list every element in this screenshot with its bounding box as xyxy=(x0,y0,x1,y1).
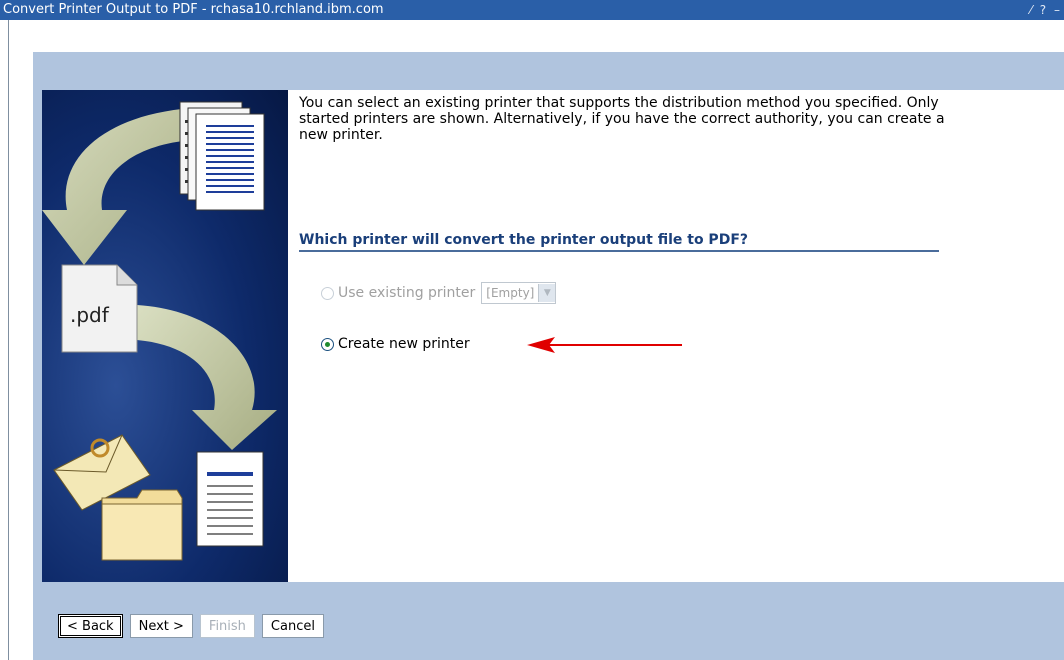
pdf-document-icon: .pdf xyxy=(61,264,138,353)
use-existing-printer-label: Use existing printer xyxy=(338,285,476,301)
document-stack-icon xyxy=(179,101,265,211)
use-existing-printer-radio[interactable] xyxy=(321,286,334,300)
finish-button[interactable]: Finish xyxy=(199,614,255,638)
wizard-illustration-graphic: .pdf xyxy=(42,101,277,561)
wizard-illustration: .pdf xyxy=(42,90,288,582)
next-button[interactable]: Next > xyxy=(129,614,193,638)
wizard-content: You can select an existing printer that … xyxy=(288,90,1064,582)
back-button[interactable]: < Back xyxy=(58,614,123,638)
create-new-printer-label: Create new printer xyxy=(338,336,470,352)
wizard-button-bar: < Back Next > Finish Cancel xyxy=(58,614,324,638)
frame-border xyxy=(8,20,9,660)
existing-printer-select[interactable]: [Empty] ▼ xyxy=(481,282,557,304)
create-new-printer-radio[interactable] xyxy=(321,337,334,351)
pdf-label: .pdf xyxy=(70,303,110,327)
title-bar: Convert Printer Output to PDF - rchasa10… xyxy=(0,0,1064,20)
window-title: Convert Printer Output to PDF - rchasa10… xyxy=(3,2,384,17)
cancel-button[interactable]: Cancel xyxy=(261,614,324,638)
intro-text: You can select an existing printer that … xyxy=(299,95,945,143)
red-arrow-annotation xyxy=(527,337,682,353)
folder-icon xyxy=(101,489,183,561)
question-heading: Which printer will convert the printer o… xyxy=(299,232,939,252)
existing-printer-select-value: [Empty] xyxy=(486,286,535,300)
option-create-new-printer[interactable]: Create new printer xyxy=(321,336,470,352)
chevron-down-icon: ▼ xyxy=(538,284,556,302)
output-document-icon xyxy=(196,451,264,547)
window-controls[interactable]: ⁄ ? – xyxy=(1030,0,1062,20)
option-use-existing-printer[interactable]: Use existing printer [Empty] ▼ xyxy=(321,282,557,304)
